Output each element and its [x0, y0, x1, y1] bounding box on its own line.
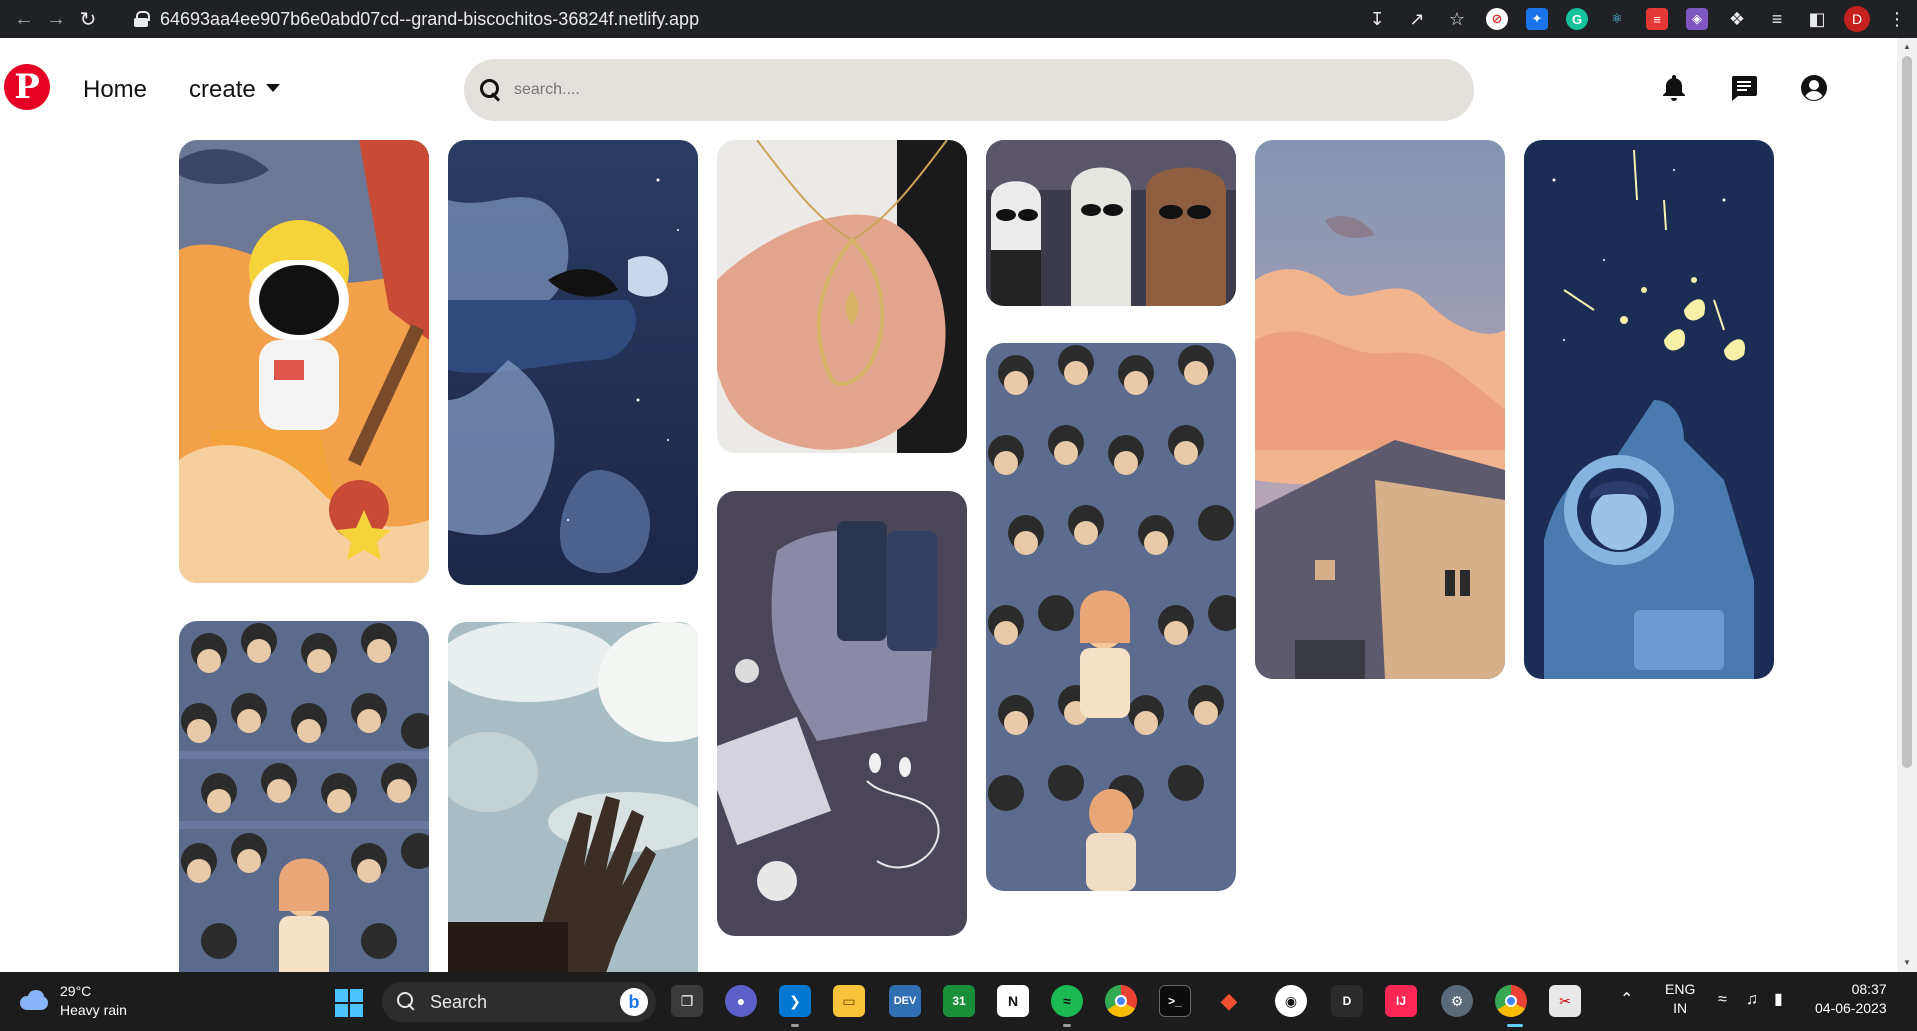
reload-icon[interactable]: ↻	[72, 3, 104, 35]
running-indicator	[1063, 1024, 1071, 1027]
language-indicator[interactable]: ENG IN	[1665, 980, 1695, 1018]
settings-gear-icon[interactable]: ⚙	[1441, 985, 1473, 1017]
adblock-extension-icon[interactable]: ⊘	[1477, 0, 1517, 38]
share-icon[interactable]: ↗	[1397, 0, 1437, 38]
lock-icon	[134, 11, 150, 27]
taskbar-search-label: Search	[430, 991, 488, 1012]
wifi-icon[interactable]: ≈	[1718, 990, 1727, 1009]
calendar-icon[interactable]: 31	[943, 985, 975, 1017]
scroll-down-arrow-icon[interactable]: ▼	[1902, 958, 1912, 968]
translate-extension-icon[interactable]: ✦	[1517, 0, 1557, 38]
terminal-icon[interactable]: >_	[1159, 985, 1191, 1017]
windows-start-icon[interactable]	[335, 989, 363, 1017]
profile-avatar[interactable]: D	[1837, 0, 1877, 38]
vscode-icon[interactable]: ❯	[779, 985, 811, 1017]
windows-taskbar: 29°C Heavy rain Search b ❐ ● ❯ ▭ DEV 31 …	[0, 972, 1917, 1031]
chevron-up-icon[interactable]: ⌃	[1620, 990, 1633, 1009]
notion-icon[interactable]: N	[997, 985, 1029, 1017]
nav-home-link[interactable]: Home	[83, 76, 147, 104]
pin-bears-sunglasses[interactable]	[986, 140, 1236, 306]
weather-desc: Heavy rain	[60, 1002, 127, 1018]
pin-crowd-girl-2[interactable]	[986, 343, 1236, 891]
search-input[interactable]	[514, 81, 1414, 99]
battery-icon[interactable]: ▮	[1774, 990, 1783, 1009]
github-icon[interactable]: ◉	[1275, 985, 1307, 1017]
lang-bottom: IN	[1673, 1000, 1688, 1016]
pin-cans-earphones[interactable]	[717, 491, 967, 936]
lang-top: ENG	[1665, 981, 1696, 997]
reading-list-icon[interactable]: ≡	[1757, 0, 1797, 38]
message-icon[interactable]	[1728, 72, 1760, 104]
scroll-up-arrow-icon[interactable]: ▲	[1902, 42, 1912, 52]
address-bar[interactable]: 64693aa4ee907b6e0abd07cd--grand-biscochi…	[134, 4, 1244, 34]
bell-icon[interactable]	[1658, 72, 1690, 104]
pin-anime-night-sky[interactable]	[448, 140, 698, 585]
devtoys-icon[interactable]: DEV	[889, 985, 921, 1017]
page-viewport: P Home create	[0, 38, 1897, 972]
weather-widget[interactable]: 29°C Heavy rain	[18, 982, 127, 1020]
active-indicator	[1507, 1024, 1523, 1027]
back-arrow-icon[interactable]: ←	[8, 3, 40, 35]
search-bar[interactable]	[464, 59, 1474, 121]
chrome-icon[interactable]	[1105, 985, 1137, 1017]
file-explorer-icon[interactable]: ▭	[833, 985, 865, 1017]
nav-create-dropdown[interactable]: create	[189, 76, 280, 104]
browser-toolbar: ← → ↻ 64693aa4ee907b6e0abd07cd--grand-bi…	[0, 0, 1917, 38]
taskbar-search[interactable]: Search b	[382, 982, 656, 1022]
pin-feather-necklace[interactable]	[717, 140, 967, 453]
pin-hand-sky[interactable]	[448, 622, 698, 972]
rain-cloud-icon	[18, 988, 52, 1014]
d-app-icon[interactable]: D	[1331, 985, 1363, 1017]
site-header: P Home create	[0, 38, 1897, 130]
purple-extension-icon[interactable]: ◈	[1677, 0, 1717, 38]
snipping-tool-icon[interactable]: ✂	[1549, 985, 1581, 1017]
chrome-profile-icon[interactable]	[1495, 985, 1527, 1017]
task-view-icon[interactable]: ❐	[671, 985, 703, 1017]
grammarly-extension-icon[interactable]: G	[1557, 0, 1597, 38]
react-devtools-icon[interactable]: ⚛	[1597, 0, 1637, 38]
pin-astronaut-butterflies[interactable]	[1524, 140, 1774, 679]
create-label: create	[189, 76, 256, 103]
pin-sunset-house[interactable]	[1255, 140, 1505, 679]
git-icon[interactable]: ◆	[1213, 985, 1245, 1017]
bookmark-star-icon[interactable]: ☆	[1437, 0, 1477, 38]
user-profile-icon[interactable]	[1798, 72, 1830, 104]
search-icon	[396, 991, 418, 1013]
teams-icon[interactable]: ●	[725, 985, 757, 1017]
extensions-puzzle-icon[interactable]: ❖	[1717, 0, 1757, 38]
weather-temp: 29°C	[60, 983, 92, 999]
url-text: 64693aa4ee907b6e0abd07cd--grand-biscochi…	[160, 8, 700, 29]
clock-date: 04-06-2023	[1815, 1000, 1887, 1016]
intellij-icon[interactable]: IJ	[1385, 985, 1417, 1017]
install-app-icon[interactable]: ↧	[1357, 0, 1397, 38]
bing-icon[interactable]: b	[620, 988, 648, 1016]
pinterest-logo-icon[interactable]: P	[4, 64, 50, 110]
running-indicator	[791, 1024, 799, 1027]
forward-arrow-icon[interactable]: →	[40, 3, 72, 35]
caret-down-icon	[265, 84, 280, 92]
scrollbar-thumb[interactable]	[1902, 56, 1912, 768]
clock-time: 08:37	[1851, 981, 1887, 997]
volume-icon[interactable]: ♫	[1746, 990, 1758, 1009]
pin-crowd-girl[interactable]	[179, 621, 429, 972]
spotify-icon[interactable]: ≈	[1051, 985, 1083, 1017]
menu-kebab-icon[interactable]: ⋮	[1877, 0, 1917, 38]
todo-extension-icon[interactable]: ≡	[1637, 0, 1677, 38]
side-panel-icon[interactable]: ◧	[1797, 0, 1837, 38]
search-icon	[478, 77, 504, 103]
clock[interactable]: 08:37 04-06-2023	[1815, 980, 1887, 1018]
pin-astronaut-construction[interactable]	[179, 140, 429, 583]
page-scrollbar[interactable]: ▲ ▼	[1897, 38, 1917, 972]
